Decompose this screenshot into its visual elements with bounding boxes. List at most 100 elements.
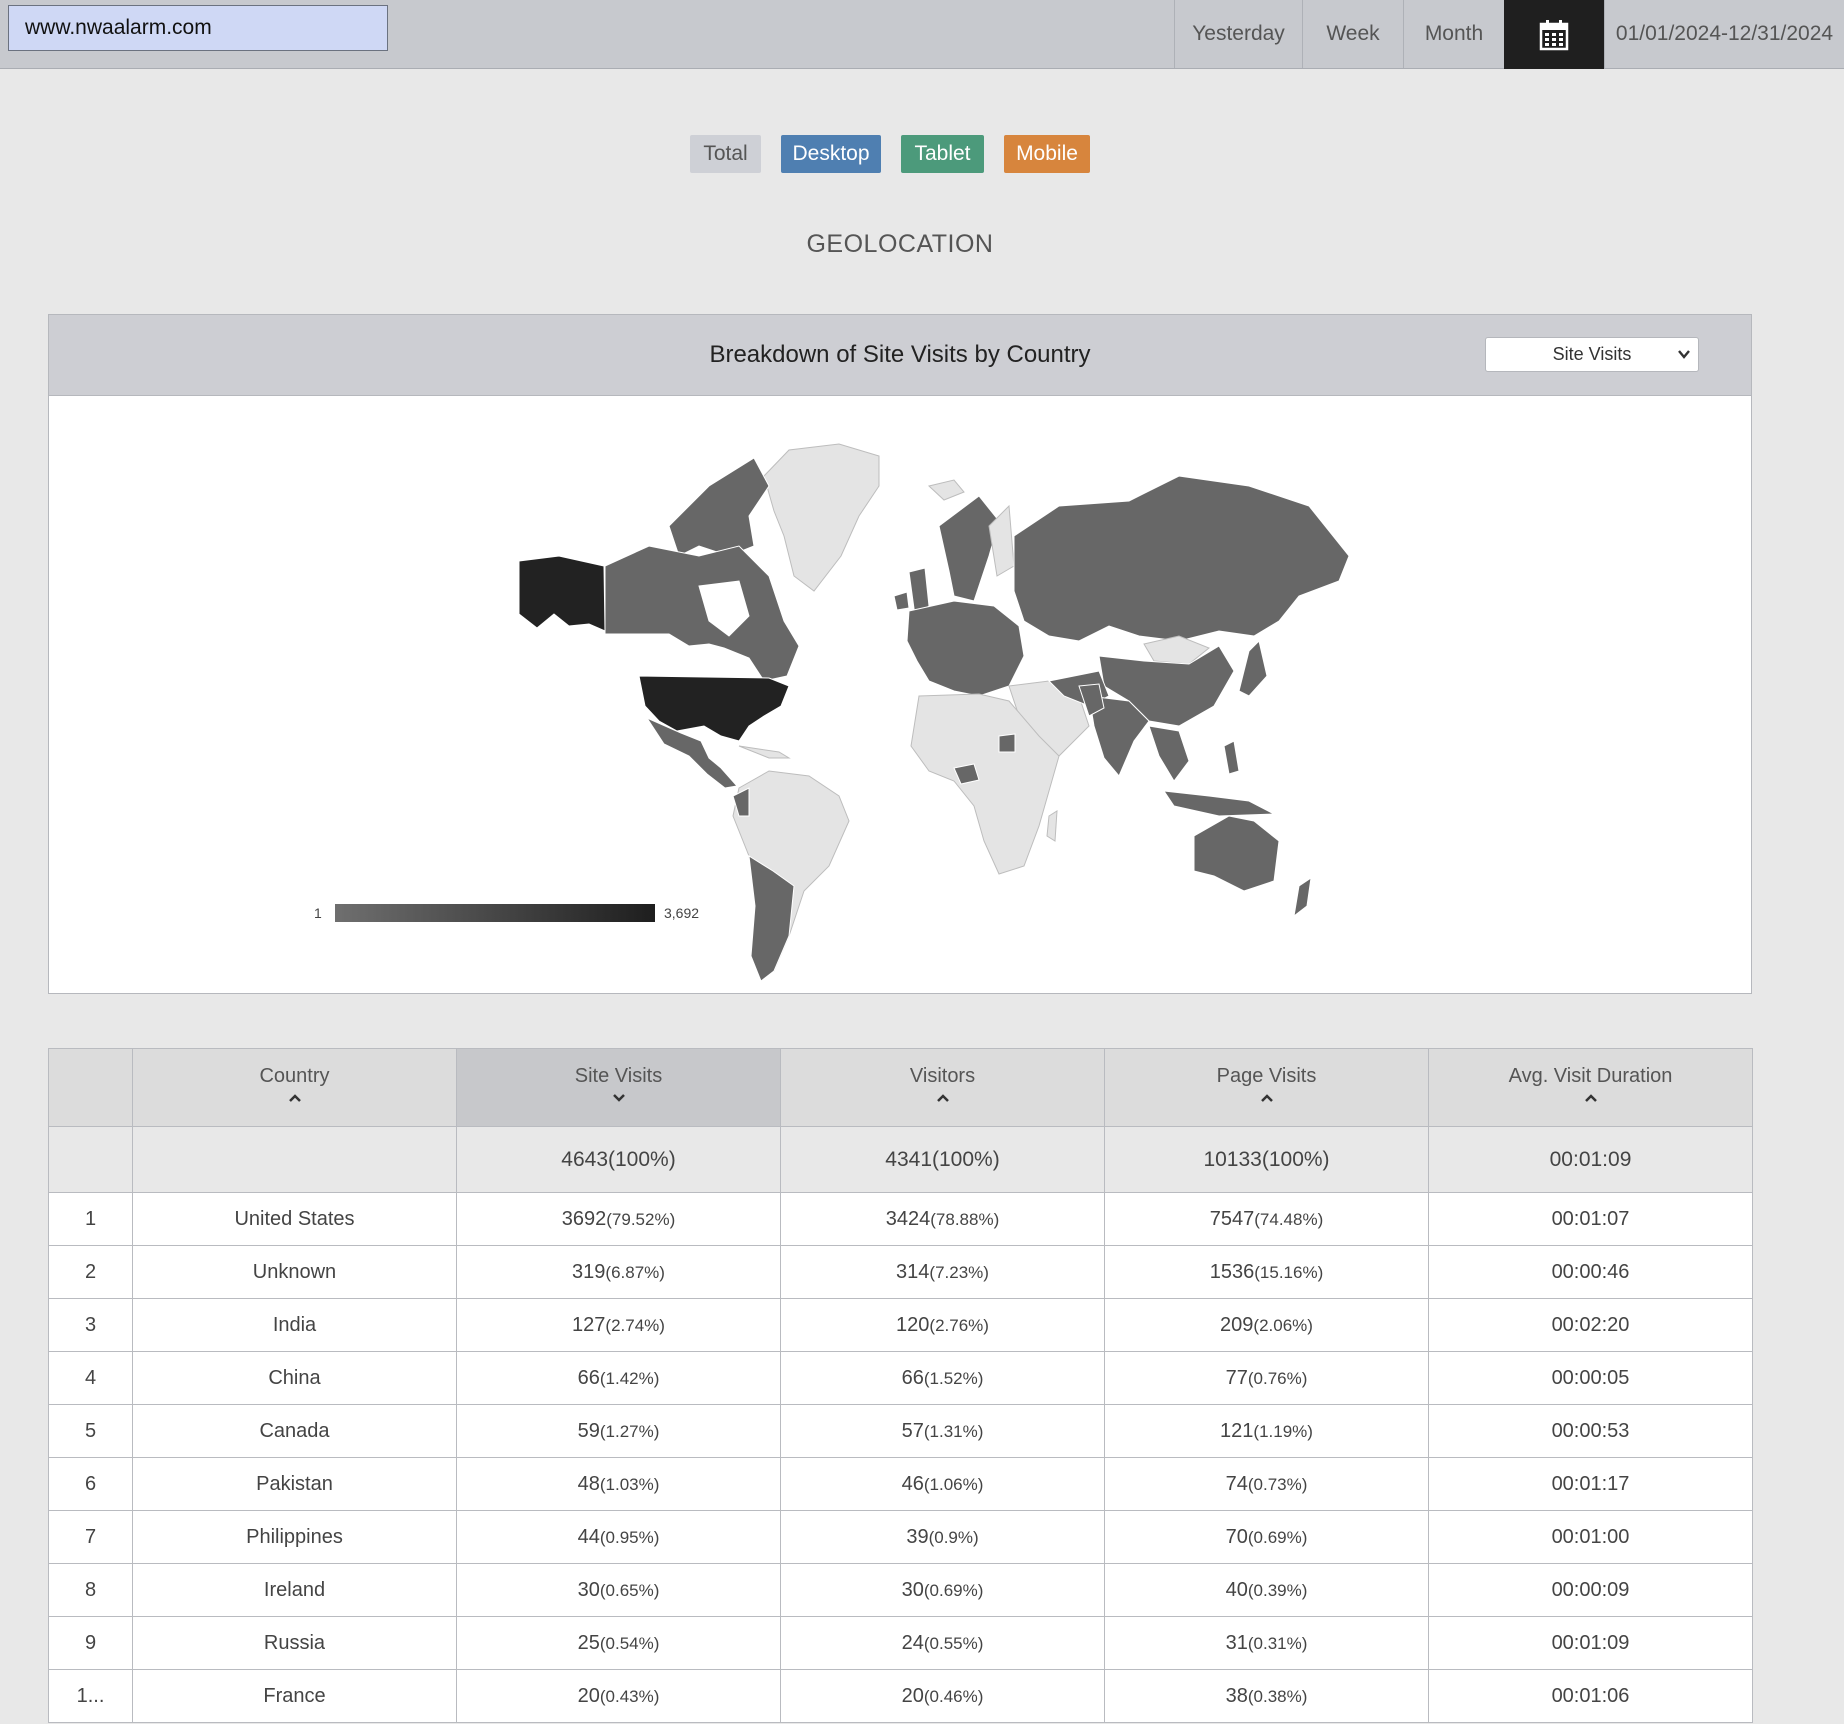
visitors-cell-percent: (1.52%) <box>923 1368 984 1388</box>
avg-duration-cell: 00:00:09 <box>1428 1563 1753 1617</box>
rank-cell: 3 <box>48 1298 133 1352</box>
totals-avg-duration: 00:01:09 <box>1428 1126 1753 1193</box>
page-visits-cell: 31(0.31%) <box>1104 1616 1429 1670</box>
table-row[interactable]: 1 United States 3692(79.52%) 3424(78.88%) 75… <box>48 1192 1753 1246</box>
header-avg-duration[interactable]: Avg. Visit Duration <box>1428 1048 1753 1127</box>
totals-page-visits: 10133(100%) <box>1104 1126 1429 1193</box>
visitors-cell-value: 3424 <box>885 1207 931 1230</box>
country-cell: Unknown <box>132 1245 457 1299</box>
map-region-ireland <box>893 591 910 611</box>
map-legend-max: 3,692 <box>664 905 700 921</box>
header-country[interactable]: Country <box>132 1048 457 1127</box>
site-visits-cell: 48(1.03%) <box>456 1457 781 1511</box>
visitors-cell-percent: (1.06%) <box>923 1474 984 1494</box>
country-cell-value: Pakistan <box>256 1472 333 1495</box>
table-row[interactable]: 8 Ireland 30(0.65%) 30(0.69%) 40(0.39%) 00:00… <box>48 1563 1753 1617</box>
site-visits-cell: 59(1.27%) <box>456 1404 781 1458</box>
avg-duration-cell-value: 00:00:05 <box>1551 1366 1630 1389</box>
country-cell: China <box>132 1351 457 1405</box>
avg-duration-cell-value: 00:01:17 <box>1551 1472 1630 1495</box>
page-visits-cell: 7547(74.48%) <box>1104 1192 1429 1246</box>
avg-duration-cell: 00:01:17 <box>1428 1457 1753 1511</box>
device-total-button[interactable]: Total <box>690 135 761 173</box>
avg-duration-cell-value: 00:00:46 <box>1551 1260 1630 1283</box>
map-legend-min: 1 <box>314 905 322 921</box>
table-row[interactable]: 1... France 20(0.43%) 20(0.46%) 38(0.38%) 00:… <box>48 1669 1753 1723</box>
page-visits-cell: 209(2.06%) <box>1104 1298 1429 1352</box>
rank-cell: 1 <box>48 1192 133 1246</box>
rank-cell-value: 3 <box>84 1313 97 1336</box>
map-region-philippines <box>1223 740 1240 775</box>
page-visits-cell-percent: (0.31%) <box>1247 1633 1308 1653</box>
site-visits-cell: 127(2.74%) <box>456 1298 781 1352</box>
page-visits-cell-value: 7547 <box>1209 1207 1255 1230</box>
table-row[interactable]: 9 Russia 25(0.54%) 24(0.55%) 31(0.31%) 00:01:… <box>48 1616 1753 1670</box>
rank-cell: 8 <box>48 1563 133 1617</box>
page-visits-cell-percent: (0.76%) <box>1247 1368 1308 1388</box>
site-visits-cell-value: 319 <box>572 1260 606 1283</box>
country-cell: United States <box>132 1192 457 1246</box>
chevron-up-icon <box>1260 1094 1273 1102</box>
site-visits-cell-value: 44 <box>577 1525 600 1548</box>
section-title: GEOLOCATION <box>806 230 994 258</box>
rank-cell-value: 2 <box>84 1260 97 1283</box>
calendar-button[interactable] <box>1504 0 1604 69</box>
geolocation-table: Country Site Visits Visitors Page Visits… <box>48 1048 1753 1723</box>
country-cell-value: China <box>268 1366 321 1389</box>
chevron-up-icon <box>1584 1094 1597 1102</box>
page-visits-cell-percent: (0.69%) <box>1247 1527 1308 1547</box>
rank-cell-value: 8 <box>84 1578 97 1601</box>
totals-visitors: 4341(100%) <box>780 1126 1105 1193</box>
world-map[interactable] <box>49 396 1751 992</box>
visitors-cell-value: 39 <box>906 1525 929 1548</box>
map-panel-header: Breakdown of Site Visits by Country Site… <box>48 314 1752 396</box>
page-visits-cell-percent: (0.38%) <box>1247 1686 1308 1706</box>
device-desktop-button[interactable]: Desktop <box>781 135 881 173</box>
header-visitors[interactable]: Visitors <box>780 1048 1105 1127</box>
avg-duration-cell-value: 00:01:00 <box>1551 1525 1630 1548</box>
visitors-cell-value: 66 <box>901 1366 924 1389</box>
map-region-greenland <box>763 443 880 592</box>
site-visits-cell-percent: (1.42%) <box>599 1368 660 1388</box>
rank-cell-value: 9 <box>84 1631 97 1654</box>
table-row[interactable]: 3 India 127(2.74%) 120(2.76%) 209(2.06%) 00:0… <box>48 1298 1753 1352</box>
range-yesterday-button[interactable]: Yesterday <box>1174 0 1302 68</box>
table-row[interactable]: 4 China 66(1.42%) 66(1.52%) 77(0.76%) 00:00:0… <box>48 1351 1753 1405</box>
device-mobile-button[interactable]: Mobile <box>1004 135 1090 173</box>
avg-duration-cell-value: 00:00:53 <box>1551 1419 1630 1442</box>
device-tablet-button[interactable]: Tablet <box>901 135 984 173</box>
header-visitors-label: Visitors <box>909 1065 976 1087</box>
metric-select[interactable]: Site Visits <box>1485 337 1699 372</box>
page-visits-cell: 121(1.19%) <box>1104 1404 1429 1458</box>
site-visits-cell-value: 20 <box>577 1684 600 1707</box>
site-visits-cell-percent: (0.95%) <box>599 1527 660 1547</box>
range-month-button[interactable]: Month <box>1403 0 1504 68</box>
page-visits-cell: 38(0.38%) <box>1104 1669 1429 1723</box>
date-range-display[interactable]: 01/01/2024-12/31/2024 <box>1604 0 1844 68</box>
visitors-cell-percent: (0.46%) <box>923 1686 984 1706</box>
map-region-canada <box>604 545 800 682</box>
table-row[interactable]: 6 Pakistan 48(1.03%) 46(1.06%) 74(0.73%) 00:0… <box>48 1457 1753 1511</box>
table-row[interactable]: 5 Canada 59(1.27%) 57(1.31%) 121(1.19%) 00:00… <box>48 1404 1753 1458</box>
rank-cell: 4 <box>48 1351 133 1405</box>
range-week-button[interactable]: Week <box>1302 0 1403 68</box>
rank-cell-value: 4 <box>84 1366 97 1389</box>
visitors-cell-value: 120 <box>896 1313 930 1336</box>
rank-cell: 1... <box>48 1669 133 1723</box>
header-rank <box>48 1048 133 1127</box>
header-site-visits[interactable]: Site Visits <box>456 1048 781 1127</box>
table-row[interactable]: 2 Unknown 319(6.87%) 314(7.23%) 1536(15.16%)… <box>48 1245 1753 1299</box>
site-visits-cell-percent: (0.43%) <box>599 1686 660 1706</box>
visitors-cell-percent: (0.55%) <box>923 1633 984 1653</box>
page-visits-cell-value: 70 <box>1225 1525 1248 1548</box>
visitors-cell: 314(7.23%) <box>780 1245 1105 1299</box>
avg-duration-cell: 00:01:07 <box>1428 1192 1753 1246</box>
site-visits-cell-value: 66 <box>577 1366 600 1389</box>
page-visits-cell-value: 31 <box>1225 1631 1248 1654</box>
site-url-input[interactable] <box>8 5 388 51</box>
avg-duration-cell-value: 00:02:20 <box>1551 1313 1630 1336</box>
table-row[interactable]: 7 Philippines 44(0.95%) 39(0.9%) 70(0.69%) 00… <box>48 1510 1753 1564</box>
country-cell: Ireland <box>132 1563 457 1617</box>
country-cell: India <box>132 1298 457 1352</box>
header-page-visits[interactable]: Page Visits <box>1104 1048 1429 1127</box>
